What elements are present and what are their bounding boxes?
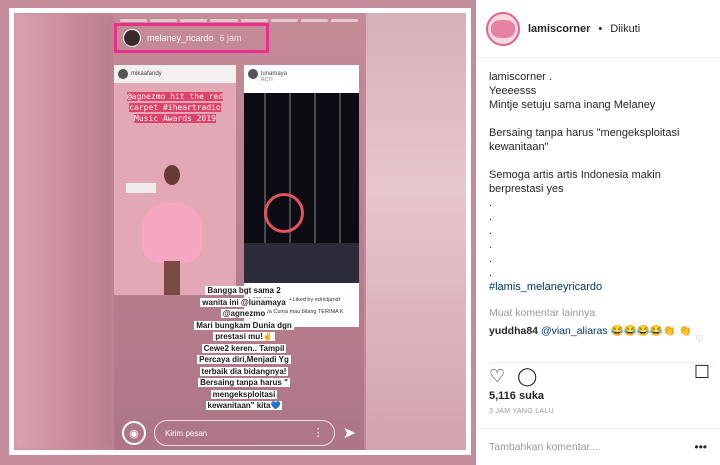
left-card-user: mikaafandy [131,71,162,77]
post-sidebar: lamiscorner • Diikuti lamiscorner . Yeee… [476,0,720,465]
message-placeholder: Kirim pesan [165,428,208,438]
story-text-block: Bangga bgt sama 2 wanita ini @lunamaya @… [194,286,294,410]
caption-line: . [489,225,493,237]
caption-line: Mintje setuju sama inang Melaney [489,99,656,111]
caption-line: . [489,197,493,209]
post-media[interactable]: melaney_ricardo 6 jam mikaafandy @agnezm… [9,8,471,455]
story-left-card: mikaafandy @agnezmo hit the red carpet #… [114,65,236,295]
send-icon[interactable]: ➤ [343,423,356,443]
post-header: lamiscorner • Diikuti [476,0,720,58]
blurred-background-left [14,13,114,450]
story-avatar [123,29,141,47]
more-options-icon[interactable]: ••• [694,440,707,454]
add-comment-bar[interactable]: Tambahkan komentar... ••• [476,428,720,465]
caption-line: lamiscorner . [489,71,552,83]
post-actions: ♡ ◯ [489,362,714,386]
comment-icon[interactable]: ◯ [517,367,537,386]
bookmark-icon[interactable]: ☐ [694,362,710,383]
story-screenshot: melaney_ricardo 6 jam mikaafandy @agnezm… [114,13,364,450]
post-caption: lamiscorner . Yeeeesss Mintje setuju sam… [489,70,714,294]
caption-line [489,112,714,126]
caption-line: berprestasi yes [489,183,564,195]
caption-line: Bersaing tanpa harus "mengeksploitasi [489,127,680,139]
camera-icon[interactable]: ◉ [122,421,146,445]
caption-line: . [489,253,493,265]
profile-username[interactable]: lamiscorner [528,23,590,35]
following-status[interactable]: Diikuti [610,23,640,35]
separator-dot: • [598,22,603,35]
caption-line: . [489,267,493,279]
comment-like-icon[interactable]: ♡ [695,334,704,345]
stage-video [244,93,359,283]
media-frame: melaney_ricardo 6 jam mikaafandy @agnezm… [14,13,466,450]
photo-person [142,165,202,295]
story-header-highlight: melaney_ricardo 6 jam [114,23,269,53]
caption-line: Yeeeesss [489,85,537,97]
mini-avatar [118,69,128,79]
left-card-text: @agnezmo hit the red carpet #iheartradio… [126,92,224,123]
caption-line: Semoga artis artis Indonesia makin [489,169,661,181]
story-progress-bar [120,19,358,22]
like-count[interactable]: 5,116 suka [489,390,544,402]
comment-emojis: 😂😂😂😂👏 👏 [610,325,692,337]
story-footer: ◉ Kirim pesan ⋮ ➤ [114,416,364,450]
caption-line: . [489,211,493,223]
comment-item: yuddha84 @vian_aliaras 😂😂😂😂👏 👏 [489,324,704,339]
story-time: 6 jam [219,33,242,43]
right-card-sub: RCTI [261,77,273,83]
mini-avatar [248,69,258,79]
more-vertical-icon[interactable]: ⋮ [313,428,324,439]
comment-mention[interactable]: @vian_aliaras [541,325,608,337]
hashtag-link[interactable]: #lamis_melaneyricardo [489,280,714,294]
comment-username[interactable]: yuddha84 [489,325,538,337]
load-more-comments[interactable]: Muat komentar lainnya [489,307,595,319]
caption-line: . [489,239,493,251]
story-message-input[interactable]: Kirim pesan ⋮ [154,420,335,446]
story-username: melaney_ricardo [147,33,214,43]
blurred-background-right [366,13,466,450]
heart-icon[interactable]: ♡ [489,367,505,386]
caption-line [489,154,714,168]
add-comment-input[interactable]: Tambahkan komentar... [489,441,598,453]
profile-avatar[interactable] [486,11,520,46]
caption-line: kewanitaan" [489,141,549,153]
post-timestamp: 3 JAM YANG LALU [489,408,554,415]
